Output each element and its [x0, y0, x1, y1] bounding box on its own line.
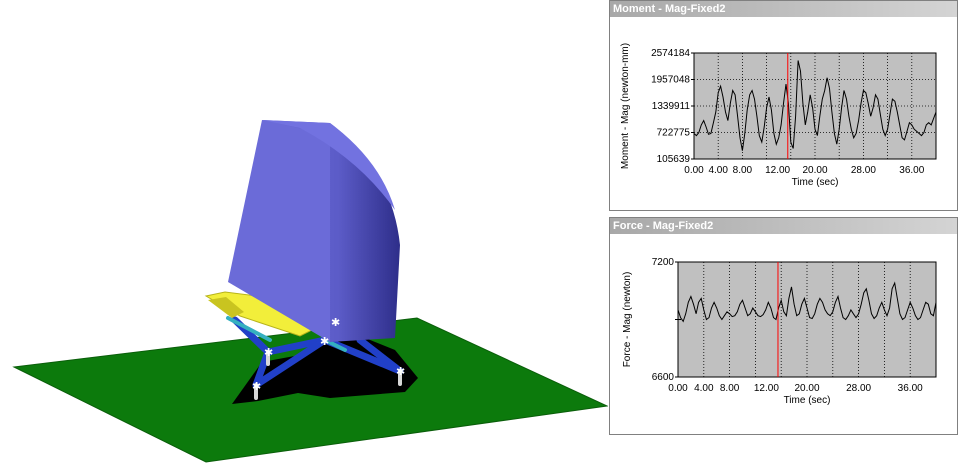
moment-x-tick-label: 12.00 [765, 165, 790, 176]
svg-text:✱: ✱ [320, 336, 329, 348]
svg-text:✱: ✱ [396, 366, 405, 378]
svg-text:✱: ✱ [331, 317, 340, 329]
moment-x-tick-label: 36.00 [899, 165, 924, 176]
moment-y-tick-label: 722775 [657, 128, 691, 139]
force-x-tick-label: 36.00 [898, 383, 923, 394]
force-x-tick-label: 4.00 [694, 383, 714, 394]
force-plot-window[interactable]: Force - Mag-Fixed2 7200 6600 0.00 4.00 8.00 1… [609, 217, 958, 435]
force-plot: 7200 66000.00 4.00 8.00 12.00 20.00 28.00 36.00… [622, 257, 937, 406]
blank-area [609, 435, 958, 469]
moment-x-tick-label: 0.00 [684, 165, 704, 176]
moment-y-tick-label: 105639 [657, 154, 691, 165]
moment-y-tick-label: 2574184 [651, 48, 690, 59]
force-x-tick-label: 8.00 [720, 383, 740, 394]
svg-text:✱: ✱ [252, 381, 261, 393]
moment-plot: 2574184 1957048 1339911 722775 1056390.00 4.0… [620, 43, 937, 188]
moment-y-tick-label: 1339911 [652, 101, 691, 112]
moment-x-tick-label: 4.00 [708, 165, 728, 176]
moment-plot-title[interactable]: Moment - Mag-Fixed2 [610, 1, 957, 17]
svg-text:✱: ✱ [264, 347, 273, 359]
force-x-axis-label: Time (sec) [784, 395, 831, 406]
moment-plot-window[interactable]: Moment - Mag-Fixed2 2574184 1957048 133991… [609, 0, 958, 211]
force-y-axis-label: Force - Mag (newton) [622, 272, 633, 368]
moment-x-tick-label: 20.00 [802, 165, 827, 176]
force-plot-title[interactable]: Force - Mag-Fixed2 [610, 218, 957, 234]
model-viewport[interactable]: ✱ ✱ ✱ ✱ ✱ [0, 0, 608, 469]
moment-x-tick-label: 8.00 [733, 165, 753, 176]
force-x-tick-label: 0.00 [668, 383, 688, 394]
force-x-tick-label: 12.00 [754, 383, 779, 394]
moment-y-axis-label: Moment - Mag (newton-mm) [620, 43, 631, 169]
moment-x-tick-label: 28.00 [851, 165, 876, 176]
moment-x-axis-label: Time (sec) [792, 177, 839, 188]
force-y-tick-label: 6600 [652, 372, 675, 383]
force-x-tick-label: 20.00 [794, 383, 819, 394]
force-x-tick-label: 28.00 [846, 383, 871, 394]
moment-y-tick-label: 1957048 [651, 75, 690, 86]
force-y-tick-label: 7200 [652, 257, 675, 268]
